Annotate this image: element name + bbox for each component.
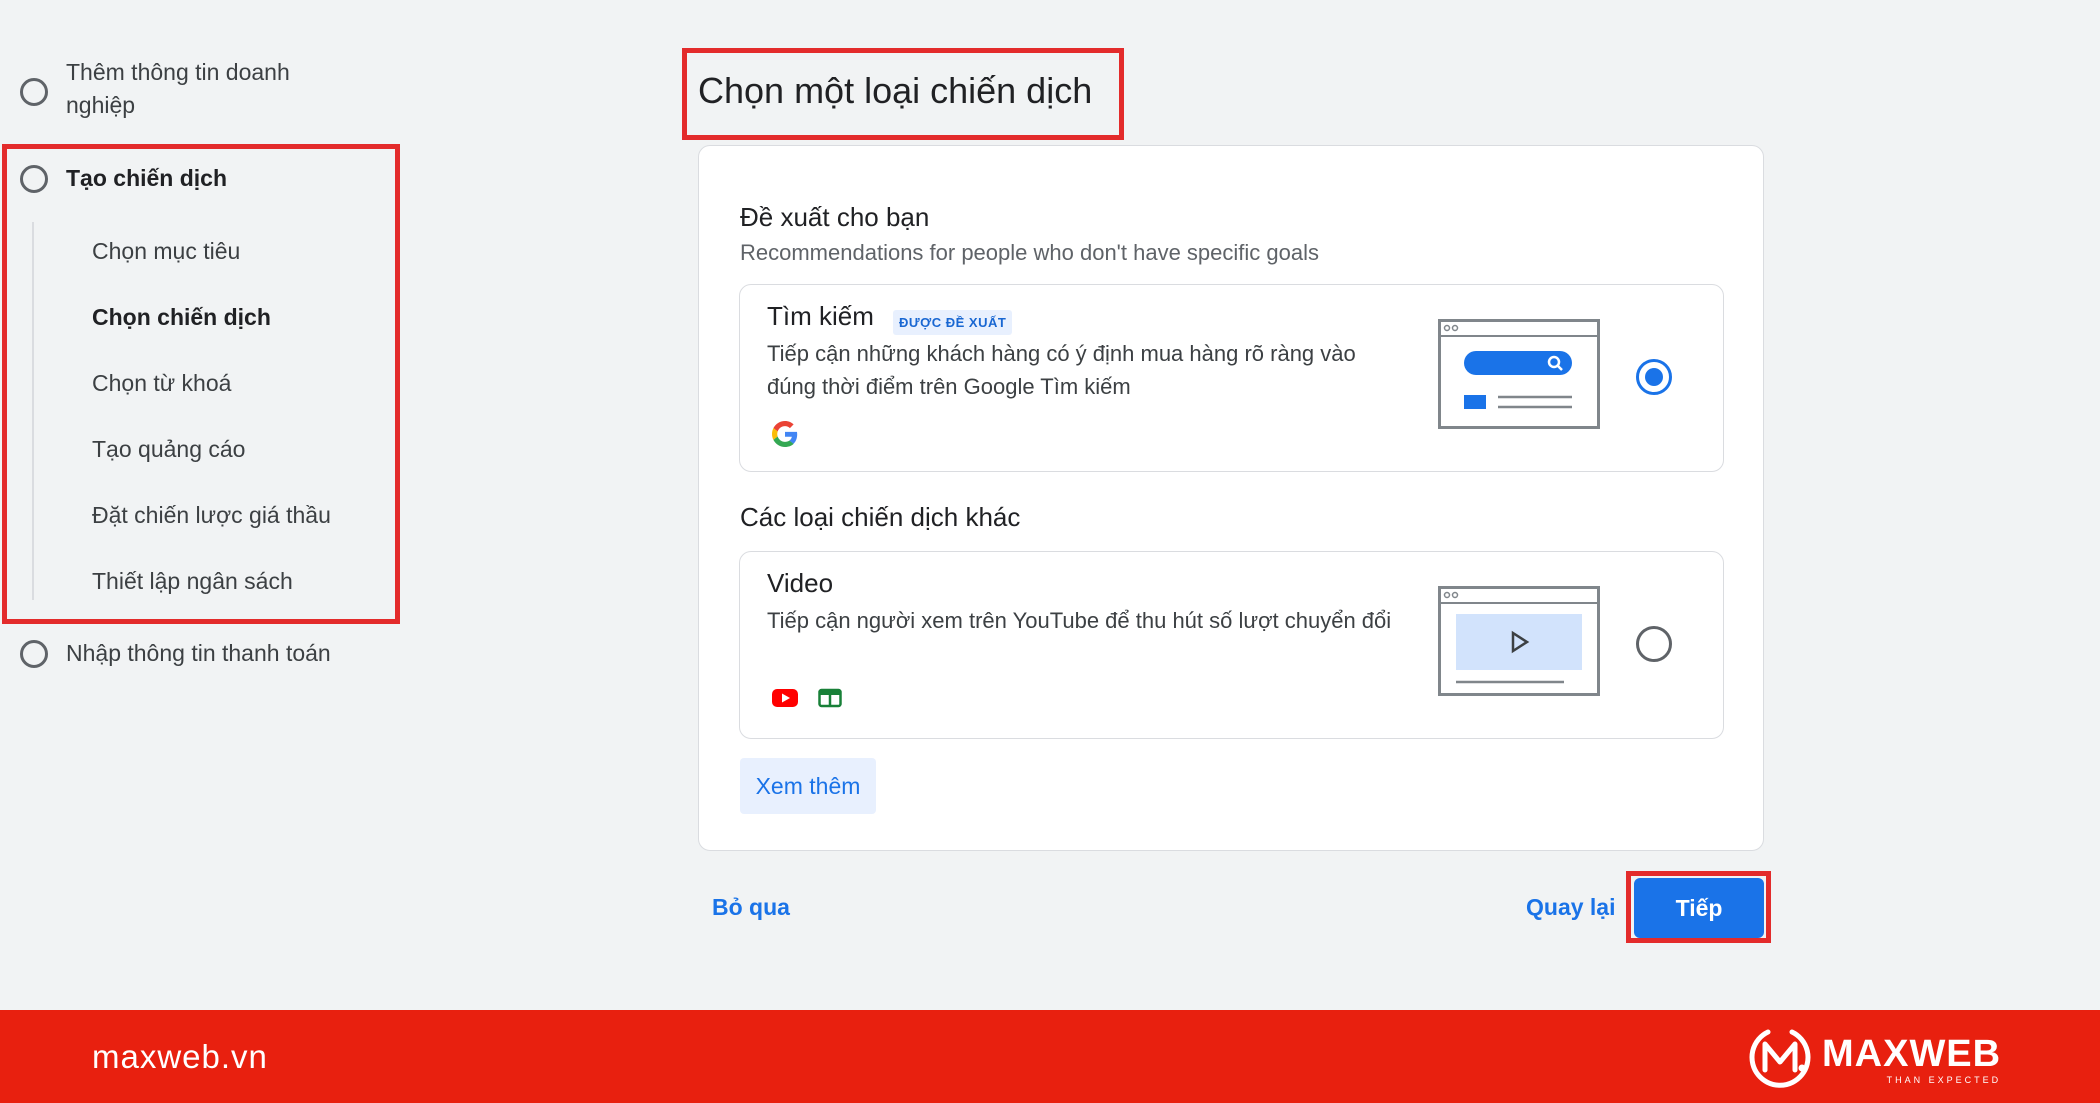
option-description: Tiếp cận người xem trên YouTube để thu h… bbox=[767, 608, 1392, 633]
page-title: Chọn một loại chiến dịch bbox=[698, 70, 1093, 111]
back-button[interactable]: Quay lại bbox=[1526, 894, 1615, 921]
option-title: Tìm kiếm bbox=[767, 301, 874, 331]
see-more-button[interactable]: Xem thêm bbox=[740, 758, 876, 814]
video-illustration bbox=[1438, 586, 1600, 701]
option-title: Video bbox=[767, 568, 834, 598]
youtube-icon bbox=[772, 688, 798, 713]
brand-url: maxweb.vn bbox=[92, 1038, 268, 1075]
skip-button[interactable]: Bỏ qua bbox=[712, 894, 790, 921]
step-radio[interactable] bbox=[20, 640, 48, 668]
search-illustration bbox=[1438, 319, 1600, 434]
other-section-title: Các loại chiến dịch khác bbox=[740, 502, 1021, 532]
recommended-badge: ĐƯỢC ĐỀ XUẤT bbox=[893, 310, 1013, 335]
option-icons bbox=[772, 421, 798, 452]
step-radio[interactable] bbox=[20, 78, 48, 106]
highlight-box-sidebar bbox=[2, 144, 400, 624]
step-label: Thêm thông tin doanh nghiệp bbox=[66, 59, 290, 118]
brand-name: MAXWEB bbox=[1822, 1032, 2002, 1075]
brand-logo: MAXWEB THAN EXPECTED bbox=[1748, 1026, 2001, 1093]
step-label: Nhập thông tin thanh toán bbox=[66, 640, 331, 666]
recommended-section-title: Đề xuất cho bạn bbox=[740, 202, 930, 232]
video-option-radio[interactable] bbox=[1636, 626, 1672, 662]
next-button[interactable]: Tiếp bbox=[1634, 878, 1764, 938]
campaign-option-search[interactable]: Tìm kiếm ĐƯỢC ĐỀ XUẤT Tiếp cận những khá… bbox=[739, 284, 1724, 472]
recommended-section-subtitle: Recommendations for people who don't hav… bbox=[740, 240, 1319, 265]
option-description: Tiếp cận những khách hàng có ý định mua … bbox=[767, 341, 1356, 399]
maxweb-logo-icon bbox=[1748, 1026, 1812, 1093]
google-sheets-icon bbox=[818, 688, 842, 713]
step-payment-info[interactable]: Nhập thông tin thanh toán bbox=[20, 637, 331, 670]
brand-tagline: THAN EXPECTED bbox=[1886, 1074, 2002, 1085]
brand-bar: maxweb.vn MAXWEB THAN EXPECTED bbox=[0, 1010, 2100, 1103]
option-icons bbox=[772, 688, 842, 713]
search-option-radio[interactable] bbox=[1636, 359, 1672, 395]
campaign-option-video[interactable]: Video Tiếp cận người xem trên YouTube để… bbox=[739, 551, 1724, 739]
google-icon bbox=[772, 421, 798, 452]
step-business-info[interactable]: Thêm thông tin doanh nghiệp bbox=[20, 56, 310, 122]
